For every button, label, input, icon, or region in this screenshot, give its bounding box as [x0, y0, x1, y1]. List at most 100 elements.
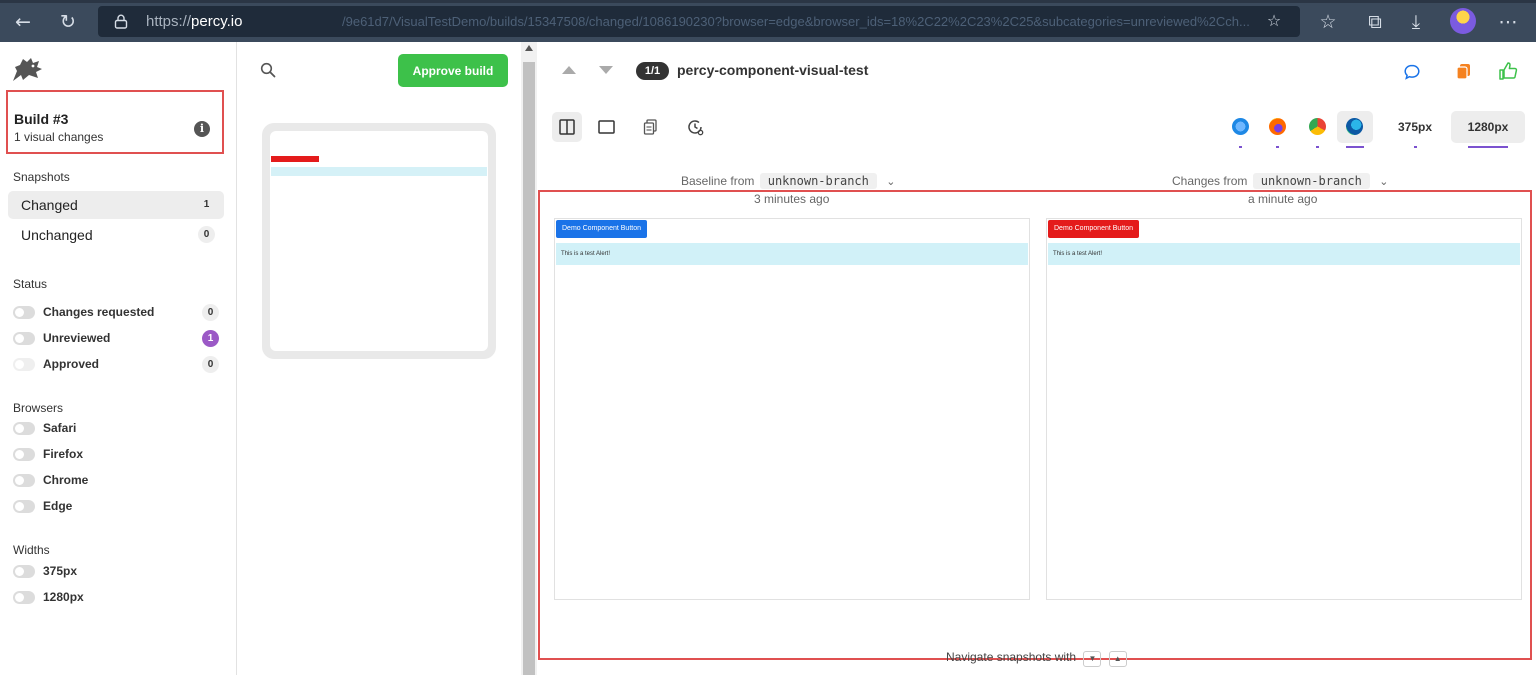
toggle-label: 375px: [43, 564, 78, 578]
count-badge: 0: [202, 304, 219, 321]
previous-snapshot-icon[interactable]: [562, 66, 576, 74]
collections-icon[interactable]: ⧉: [1362, 9, 1388, 35]
baseline-demo-button: Demo Component Button: [556, 220, 647, 238]
chevron-down-icon[interactable]: ⌄: [886, 175, 895, 188]
chrome-indicator: [1316, 146, 1319, 148]
refresh-icon[interactable]: ↻: [55, 9, 81, 35]
approve-thumb-icon[interactable]: [1498, 61, 1518, 81]
url-text: https://percy.io: [146, 13, 243, 30]
firefox-icon[interactable]: [1269, 118, 1286, 135]
filter-label: Unchanged: [21, 227, 93, 243]
lock-icon: [114, 14, 128, 29]
panel-scrollbar[interactable]: [521, 42, 537, 675]
chrome-icon[interactable]: [1309, 118, 1326, 135]
overlay-icon: [643, 119, 657, 135]
browser-filter-safari[interactable]: Safari: [13, 420, 163, 438]
arrow-up-key-icon: ▲: [1108, 651, 1127, 667]
status-heading: Status: [13, 277, 48, 291]
width-filter-375[interactable]: 375px: [13, 563, 163, 581]
count-badge: 0: [198, 226, 215, 243]
build-subtitle: 1 visual changes: [14, 130, 104, 144]
chevron-down-icon[interactable]: ⌄: [1379, 175, 1388, 188]
width-375-button[interactable]: 375px: [1387, 111, 1443, 143]
toggle-label: Chrome: [43, 473, 89, 487]
snapshot-counter: 1/1: [636, 62, 669, 80]
approve-build-button[interactable]: Approve build: [398, 54, 508, 87]
toggle-switch[interactable]: [13, 448, 35, 461]
baseline-label: Baseline from: [681, 174, 755, 188]
toggle-switch[interactable]: [13, 500, 35, 513]
arrow-down-key-icon: ▼: [1083, 651, 1102, 667]
filter-label: Changed: [21, 197, 78, 213]
count-badge: 1: [203, 199, 210, 210]
width-1280-button[interactable]: 1280px: [1451, 111, 1525, 143]
changes-branch: unknown-branch: [1252, 173, 1370, 189]
baseline-screenshot[interactable]: Demo Component Button This is a test Ale…: [554, 218, 1030, 600]
search-icon[interactable]: [260, 62, 276, 78]
history-icon: [688, 120, 704, 136]
single-view-button[interactable]: [591, 112, 621, 142]
widths-heading: Widths: [13, 543, 50, 557]
toggle-label: Changes requested: [43, 305, 155, 319]
snapshots-heading: Snapshots: [13, 170, 70, 184]
comparison-panel: 1/1 percy-component-visual-test 375px 12…: [538, 42, 1536, 675]
toggle-switch[interactable]: [13, 591, 35, 604]
split-view-button[interactable]: [552, 112, 582, 142]
history-button[interactable]: [680, 112, 710, 142]
split-view-icon: [559, 119, 575, 135]
scrollbar-thumb[interactable]: [523, 62, 535, 675]
width-375-indicator: [1414, 146, 1417, 148]
download-icon[interactable]: ⤓: [1403, 9, 1429, 35]
status-changes-requested[interactable]: Changes requested 0: [13, 304, 223, 322]
toggle-switch[interactable]: [13, 474, 35, 487]
toggle-switch[interactable]: [13, 332, 35, 345]
build-title: Build #3: [14, 111, 69, 127]
toggle-switch[interactable]: [13, 306, 35, 319]
percy-logo-icon[interactable]: [11, 56, 43, 84]
baseline-source[interactable]: Baseline from unknown-branch ⌄: [681, 173, 895, 189]
count-badge: 1: [202, 330, 219, 347]
edge-indicator: [1346, 146, 1364, 148]
toggle-switch[interactable]: [13, 565, 35, 578]
snapshot-thumbnail[interactable]: [262, 123, 496, 359]
scroll-up-arrow-icon[interactable]: [525, 45, 533, 51]
width-filter-1280[interactable]: 1280px: [13, 589, 163, 607]
toggle-switch[interactable]: [13, 422, 35, 435]
comment-icon[interactable]: [1403, 63, 1421, 81]
filter-unchanged[interactable]: Unchanged 0: [8, 221, 224, 249]
toggle-switch[interactable]: [13, 358, 35, 371]
navigate-hint: Navigate snapshots with ▼ ▲: [946, 650, 1127, 667]
back-icon[interactable]: ←: [10, 9, 36, 35]
edge-browser-button[interactable]: [1337, 111, 1373, 143]
changes-source[interactable]: Changes from unknown-branch ⌄: [1172, 173, 1388, 189]
firefox-indicator: [1276, 146, 1279, 148]
snapshot-name: percy-component-visual-test: [677, 62, 869, 78]
browser-filter-edge[interactable]: Edge: [13, 498, 163, 516]
single-view-icon: [598, 120, 615, 134]
safari-icon[interactable]: [1232, 118, 1249, 135]
browser-toolbar: ← ↻ https://percy.io /9e61d7/VisualTestD…: [0, 0, 1536, 42]
filter-changed[interactable]: Changed 1: [8, 191, 224, 219]
favorites-icon[interactable]: ☆: [1315, 9, 1341, 35]
overlay-view-button[interactable]: [636, 112, 666, 142]
more-icon[interactable]: ⋯: [1495, 9, 1521, 35]
build-summary: Build #3 1 visual changes i: [6, 90, 224, 154]
changed-alert: This is a test Alert!: [1048, 243, 1520, 265]
favorite-add-icon[interactable]: ☆: [1261, 8, 1287, 34]
status-unreviewed[interactable]: Unreviewed 1: [13, 330, 223, 348]
request-changes-icon[interactable]: [1455, 62, 1473, 81]
profile-avatar[interactable]: [1450, 8, 1476, 34]
browser-filter-firefox[interactable]: Firefox: [13, 446, 163, 464]
next-snapshot-icon[interactable]: [599, 66, 613, 74]
browser-filter-chrome[interactable]: Chrome: [13, 472, 163, 490]
toggle-label: 1280px: [43, 590, 84, 604]
safari-indicator: [1239, 146, 1242, 148]
url-path: /9e61d7/VisualTestDemo/builds/15347508/c…: [342, 14, 1250, 29]
thumbnail-button: [271, 156, 319, 162]
info-icon[interactable]: i: [194, 121, 210, 137]
status-approved[interactable]: Approved 0: [13, 356, 223, 374]
changed-screenshot[interactable]: Demo Component Button This is a test Ale…: [1046, 218, 1522, 600]
address-bar[interactable]: https://percy.io /9e61d7/VisualTestDemo/…: [98, 6, 1300, 37]
toggle-label: Approved: [43, 357, 100, 371]
browsers-heading: Browsers: [13, 401, 64, 415]
